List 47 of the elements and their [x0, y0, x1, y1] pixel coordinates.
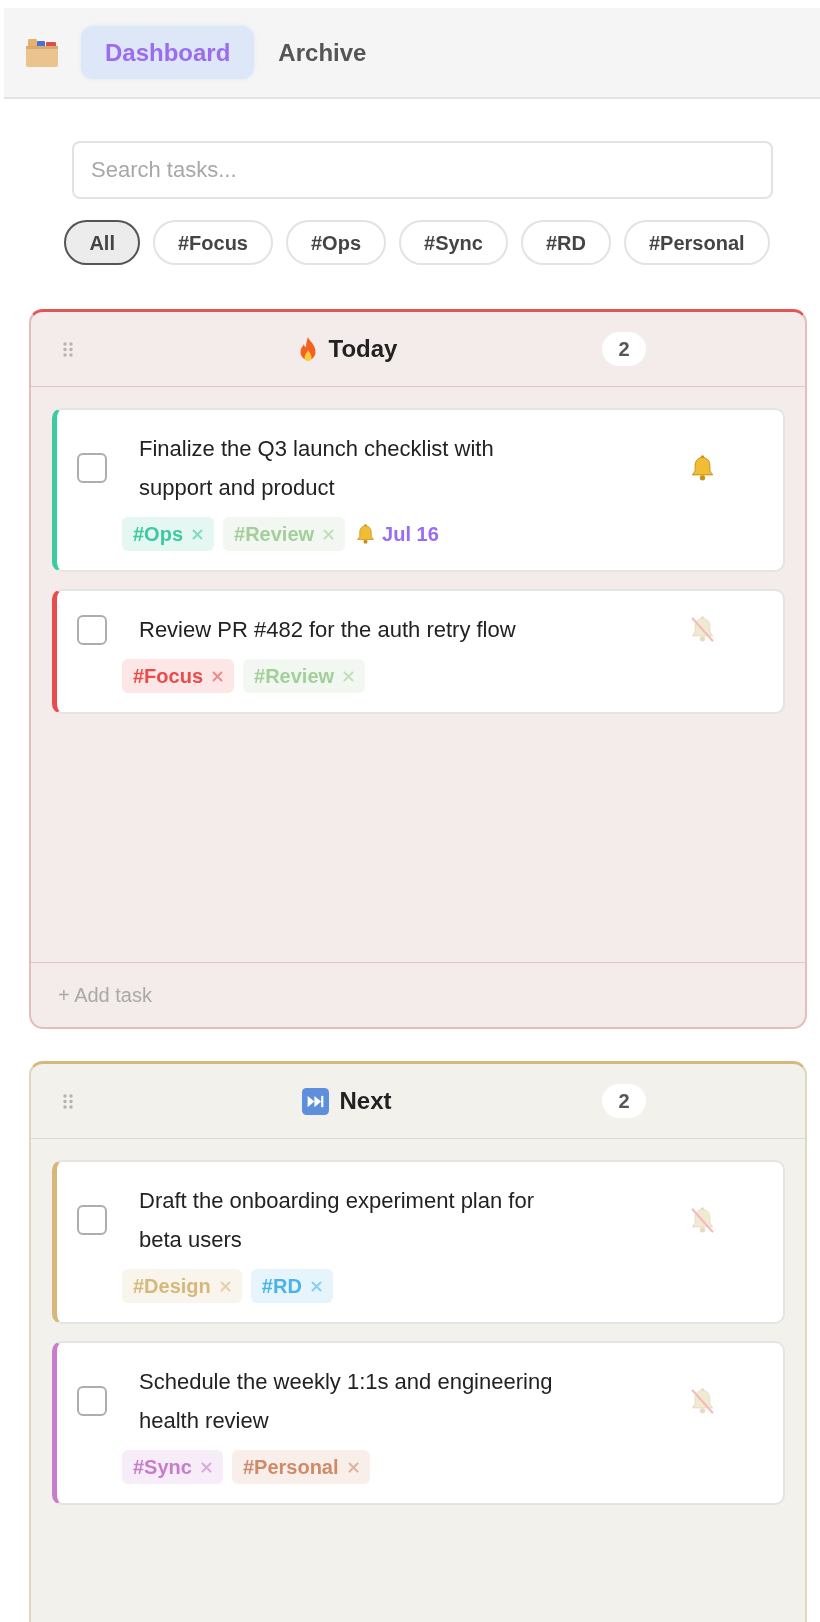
task-checkbox[interactable] [77, 614, 107, 645]
tag-label: #Personal [242, 1455, 339, 1480]
search-field[interactable]: Search tasks... [72, 141, 773, 199]
task-title: Draft the onboarding experiment plan for beta users [139, 1187, 535, 1254]
tag-label: #Design [133, 1274, 211, 1299]
bell-icon [355, 523, 377, 545]
count-badge: 2 [602, 332, 646, 366]
close-icon[interactable] [212, 670, 224, 682]
task-card[interactable]: Review PR #482 for the auth retry flow #Focus #Review [52, 589, 785, 714]
tag-label: #Sync [133, 1455, 192, 1480]
tag-label: #Ops [133, 522, 184, 547]
task-checkbox[interactable] [77, 1205, 107, 1235]
close-icon[interactable] [323, 528, 335, 540]
task-title: Finalize the Q3 launch checklist with support and product [139, 435, 495, 502]
column-title: Next [339, 1086, 392, 1116]
close-icon[interactable] [219, 1280, 231, 1292]
tag-label: #Review [254, 664, 335, 689]
task-checkbox[interactable] [77, 1386, 107, 1416]
file-box-icon [25, 38, 59, 67]
task-card[interactable]: Schedule the weekly 1:1s and engineering health review #Sync #Personal [52, 1341, 785, 1505]
close-icon[interactable] [192, 528, 204, 540]
filter-chip[interactable]: All [64, 220, 140, 265]
task-title: Review PR #482 for the auth retry flow [139, 616, 517, 644]
tag-label: #Focus [133, 664, 204, 689]
drag-handle-icon[interactable] [62, 340, 74, 358]
bell-icon[interactable] [689, 454, 716, 482]
count-badge: 2 [602, 1084, 646, 1118]
nav-tab[interactable]: Archive [254, 26, 391, 79]
tag-label: #RD [261, 1274, 302, 1299]
filter-chip[interactable]: #Focus [152, 220, 273, 265]
close-icon[interactable] [343, 670, 355, 682]
due-date: Jul 16 [382, 522, 439, 547]
fast-forward-icon [302, 1087, 330, 1115]
tag-label: #Review [234, 522, 315, 547]
filter-chip[interactable]: #Personal [624, 220, 770, 265]
filter-chip[interactable]: #Ops [286, 220, 387, 265]
task-title: Schedule the weekly 1:1s and engineering health review [139, 1368, 554, 1435]
drag-handle-icon[interactable] [62, 1092, 74, 1110]
close-icon[interactable] [310, 1280, 322, 1292]
task-card[interactable]: Finalize the Q3 launch checklist with support and product #Ops #Review Jul 16 [52, 408, 785, 572]
column-title: Today [328, 334, 398, 364]
task-checkbox[interactable] [77, 453, 107, 483]
filter-chip[interactable]: #RD [520, 220, 611, 265]
close-icon[interactable] [347, 1461, 359, 1473]
filter-chip[interactable]: #Sync [399, 220, 508, 265]
close-icon[interactable] [200, 1461, 212, 1473]
task-card[interactable]: Draft the onboarding experiment plan for beta users #Design #RD [52, 1160, 785, 1324]
